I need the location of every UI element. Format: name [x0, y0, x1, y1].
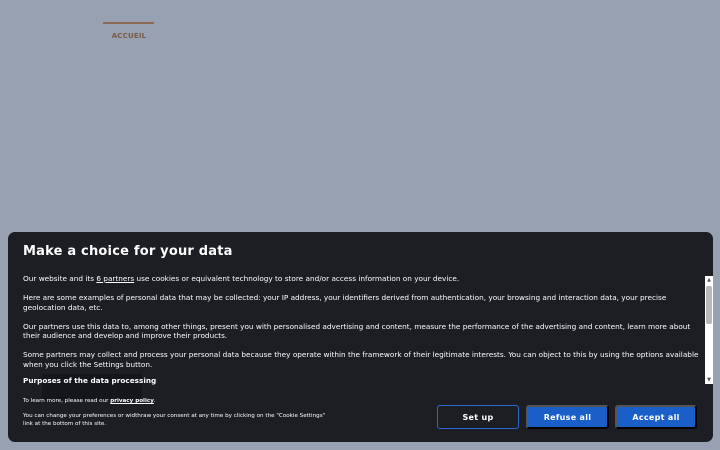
partners-use-paragraph: Our partners use this data to, among oth… [23, 321, 691, 341]
scroll-up-arrow-icon[interactable]: ▲ [705, 276, 713, 284]
scrollbar-thumb[interactable] [706, 286, 712, 324]
privacy-policy-link[interactable]: privacy policy [110, 398, 154, 404]
nav-home[interactable]: ACCUEIL [103, 22, 155, 40]
partners-link[interactable]: 6 partners [96, 274, 134, 283]
learn-more-text: To learn more, please read our privacy p… [23, 398, 156, 404]
accept-all-button[interactable]: Accept all [615, 405, 697, 429]
examples-paragraph: Here are some examples of personal data … [23, 293, 667, 312]
scroll-down-arrow-icon[interactable]: ▼ [705, 376, 713, 384]
intro-text-start: Our website and its [23, 274, 97, 283]
intro-paragraph: Our website and its 6 partners use cooki… [23, 274, 703, 284]
consent-text-scroll-area[interactable]: Our website and its 6 partners use cooki… [23, 274, 703, 384]
nav-home-label: ACCUEIL [111, 32, 147, 40]
set-up-button[interactable]: Set up [437, 405, 519, 429]
purposes-heading[interactable]: Purposes of the data processing [23, 376, 156, 385]
dialog-title: Make a choice for your data [23, 244, 233, 259]
nav-active-indicator [103, 22, 154, 24]
legitimate-interest-paragraph: Some partners may collect and process yo… [23, 350, 699, 370]
cookie-consent-dialog: Make a choice for your data Our website … [8, 232, 713, 442]
learn-more-prefix: To learn more, please read our [23, 398, 111, 404]
content-scrollbar[interactable]: ▲ ▼ [705, 276, 713, 384]
change-preferences-text: You can change your preferences or width… [23, 413, 326, 427]
refuse-all-button[interactable]: Refuse all [526, 405, 609, 429]
learn-more-suffix: . [153, 398, 156, 404]
intro-text-end: use cookies or equivalent technology to … [134, 274, 460, 283]
